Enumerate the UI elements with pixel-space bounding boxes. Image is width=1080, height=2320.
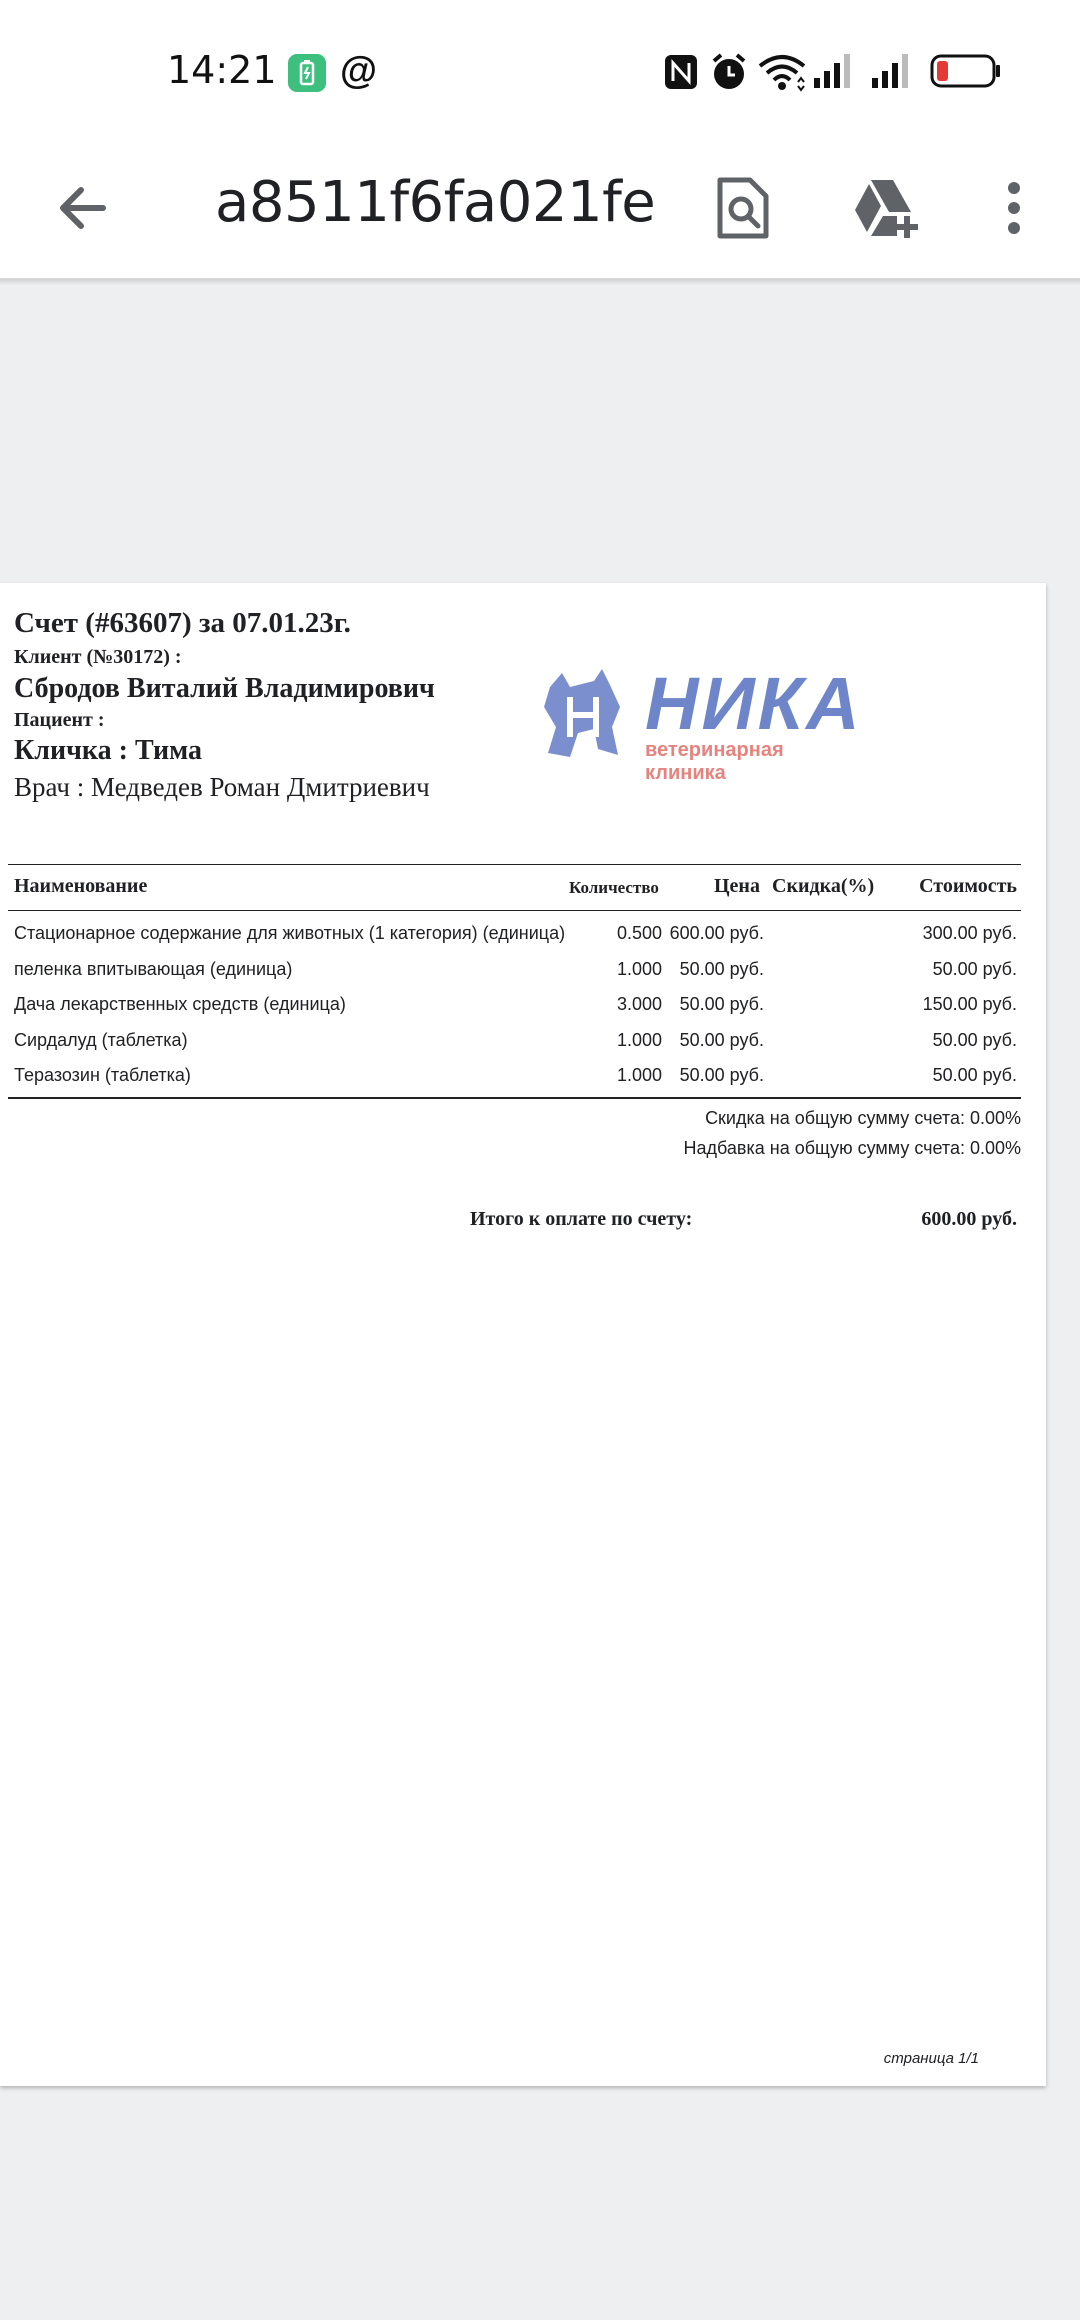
item-name: Сирдалуд (таблетка) [14, 1030, 188, 1050]
item-price: 50.00 руб. [679, 1065, 764, 1085]
more-vert-icon [1008, 182, 1020, 234]
table-top-rule [8, 864, 1021, 865]
app-bar-shadow [0, 279, 1080, 285]
item-price: 50.00 руб. [679, 959, 764, 979]
search-document-icon [717, 177, 769, 239]
col-header-name: Наименование [14, 875, 148, 897]
back-arrow-icon [60, 187, 106, 229]
col-header-cost: Стоимость [919, 875, 1017, 897]
surcharge-summary: Надбавка на общую сумму счета: 0.00% [683, 1138, 1021, 1158]
at-sign-icon: @ [340, 50, 378, 92]
logo-subtitle: ветеринарная клиника [645, 739, 784, 784]
client-name: Сбродов Виталий Владимирович [14, 673, 435, 704]
item-price: 600.00 руб. [669, 923, 764, 943]
item-cost: 150.00 руб. [922, 994, 1017, 1014]
item-cost: 50.00 руб. [932, 959, 1017, 979]
document-title: a8511f6fa021fe4... [215, 170, 655, 235]
wifi-icon [758, 52, 806, 97]
add-to-drive-icon [855, 180, 918, 238]
page-number: страница 1/1 [883, 2050, 979, 2067]
item-name: Дача лекарственных средств (единица) [14, 994, 346, 1014]
item-name: Стационарное содержание для животных (1 … [14, 923, 566, 943]
item-cost: 50.00 руб. [932, 1065, 1017, 1085]
status-bar: 14:21 @ [0, 0, 1080, 140]
item-qty: 1.000 [616, 959, 662, 979]
patient-label: Пациент : [14, 709, 105, 731]
battery-saver-icon [288, 54, 326, 97]
clinic-logo: НИКА ветеринарная клиника [540, 662, 860, 784]
item-qty: 3.000 [616, 994, 662, 1014]
item-name: Теразозин (таблетка) [14, 1065, 191, 1085]
item-qty: 1.000 [616, 1065, 662, 1085]
table-row: пеленка впитывающая (единица) 1.000 50.0… [0, 959, 1046, 995]
pet-name: Кличка : Тима [14, 735, 202, 766]
doctor-name: Врач : Медведев Роман Дмитриевич [14, 772, 430, 802]
signal-sim2-icon [872, 54, 912, 93]
pdf-page: Счет (#63607) за 07.01.23г. Клиент (№301… [0, 583, 1046, 2086]
item-qty: 0.500 [616, 923, 662, 943]
table-header-rule [8, 910, 1021, 911]
status-time: 14:21 [167, 48, 277, 92]
table-row: Стационарное содержание для животных (1 … [0, 923, 1046, 959]
add-to-drive-button[interactable] [846, 168, 926, 248]
item-price: 50.00 руб. [679, 1030, 764, 1050]
client-label: Клиент (№30172) : [14, 646, 182, 668]
item-name: пеленка впитывающая (единица) [14, 959, 293, 979]
signal-sim1-icon [814, 54, 854, 93]
col-header-price: Цена [714, 875, 760, 897]
total-label: Итого к оплате по счету: [470, 1208, 693, 1230]
back-button[interactable] [43, 168, 123, 248]
col-header-qty: Количество [569, 878, 659, 897]
app-bar: a8511f6fa021fe4... [0, 140, 1080, 279]
alarm-icon [710, 52, 748, 97]
more-options-button[interactable] [974, 168, 1054, 248]
find-in-document-button[interactable] [703, 168, 783, 248]
cat-logo-icon [544, 669, 620, 757]
item-price: 50.00 руб. [679, 994, 764, 1014]
logo-name: НИКА [645, 662, 863, 745]
table-bottom-rule [8, 1097, 1021, 1099]
nfc-icon [664, 54, 698, 95]
table-row: Теразозин (таблетка) 1.000 50.00 руб. 50… [0, 1065, 1046, 1101]
invoice-title: Счет (#63607) за 07.01.23г. [14, 607, 351, 639]
total-value: 600.00 руб. [921, 1208, 1017, 1230]
discount-summary: Скидка на общую сумму счета: 0.00% [705, 1108, 1021, 1128]
item-cost: 50.00 руб. [932, 1030, 1017, 1050]
item-cost: 300.00 руб. [922, 923, 1017, 943]
item-qty: 1.000 [616, 1030, 662, 1050]
col-header-discount: Скидка(%) [772, 875, 875, 897]
table-row: Дача лекарственных средств (единица) 3.0… [0, 994, 1046, 1030]
table-row: Сирдалуд (таблетка) 1.000 50.00 руб. 50.… [0, 1030, 1046, 1066]
battery-low-icon [930, 54, 1002, 93]
